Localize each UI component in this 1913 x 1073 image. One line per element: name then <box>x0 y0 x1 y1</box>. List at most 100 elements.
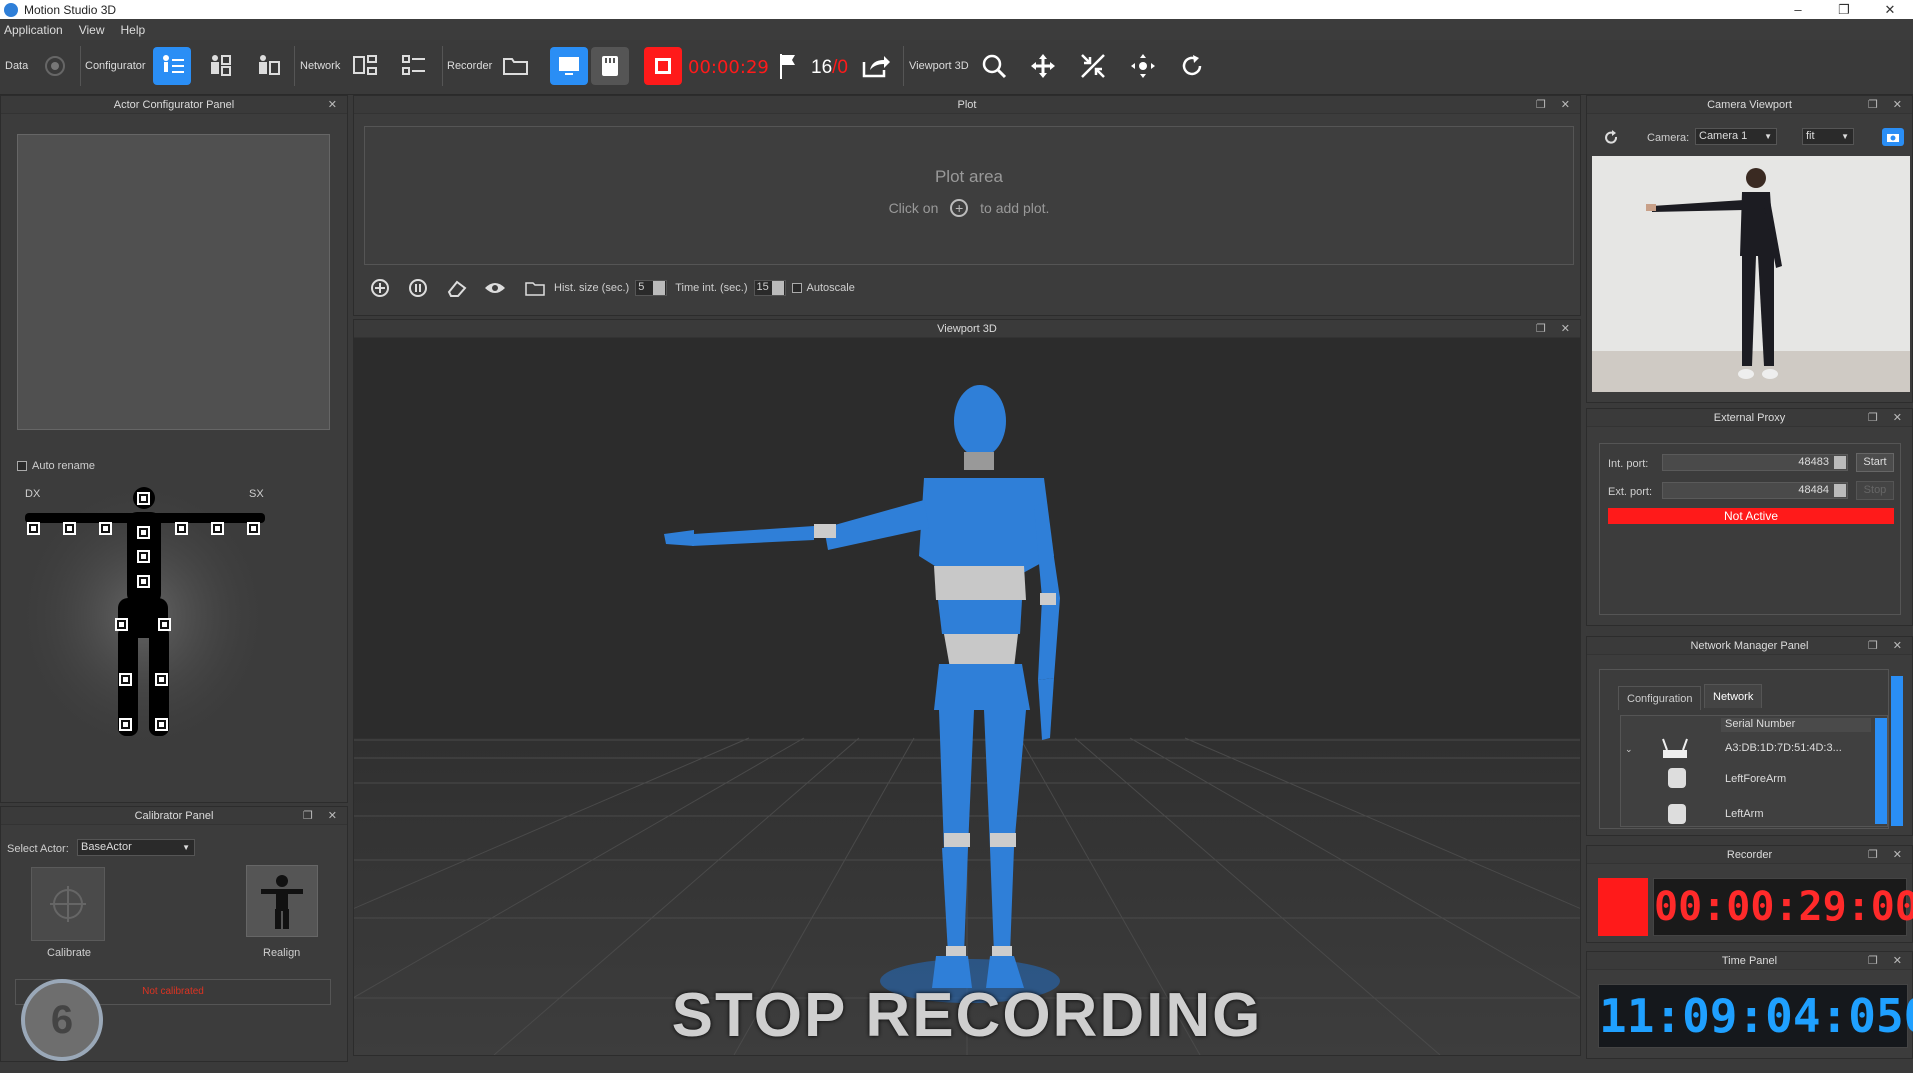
minimize-button[interactable]: – <box>1775 2 1821 18</box>
sensor-pelvis[interactable] <box>137 575 150 588</box>
panel-close-icon[interactable]: ❐ ✕ <box>1536 320 1576 338</box>
add-plot-icon[interactable] <box>370 278 390 298</box>
autoscale-checkbox[interactable] <box>791 283 802 293</box>
actor-select[interactable]: BaseActor ▼ <box>77 839 195 856</box>
menu-application[interactable]: Application <box>4 23 63 37</box>
menu-view[interactable]: View <box>79 23 105 37</box>
network-scan-button[interactable] <box>346 47 384 85</box>
fit-view-button[interactable] <box>1074 47 1112 85</box>
pan-button[interactable] <box>1024 47 1062 85</box>
recorder-title: Recorder <box>1726 849 1773 861</box>
sensor-left-forearm-item[interactable]: LeftForeArm <box>1725 773 1786 785</box>
sensor-right-upleg[interactable] <box>115 618 128 631</box>
center-view-button[interactable] <box>1124 47 1162 85</box>
plot-hint: Click on + to add plot. <box>888 199 1050 217</box>
sensor-left-upleg[interactable] <box>158 618 171 631</box>
hist-size-spinner[interactable]: 5 <box>635 280 668 296</box>
record-timer: 00:00:29 <box>688 57 769 78</box>
auto-rename-checkbox[interactable] <box>17 461 27 471</box>
recorder-clock: 00:00:29:000 <box>1653 878 1913 936</box>
eraser-icon[interactable] <box>446 278 468 298</box>
sensor-right-arm[interactable] <box>99 522 112 535</box>
proxy-start-button[interactable]: Start <box>1856 453 1894 472</box>
device-serial[interactable]: A3:DB:1D:7D:51:4D:3... <box>1725 742 1842 754</box>
flag-icon <box>780 54 795 79</box>
camera-select[interactable]: Camera 1 ▼ <box>1695 128 1777 145</box>
stop-recording-caption: STOP RECORDING <box>671 981 1263 1050</box>
panel-close-icon[interactable]: ✕ <box>328 96 343 114</box>
pause-icon[interactable] <box>408 278 428 298</box>
refresh-icon[interactable] <box>1603 129 1619 145</box>
sensor-right-leg[interactable] <box>119 673 132 686</box>
sensor-left-leg[interactable] <box>155 673 168 686</box>
tab-configuration[interactable]: Configuration <box>1618 686 1702 710</box>
sensor-spine[interactable] <box>137 550 150 563</box>
sensor-right-foot[interactable] <box>119 718 132 731</box>
camera-title: Camera Viewport <box>1707 99 1792 111</box>
export-button[interactable] <box>857 47 895 85</box>
folder-icon[interactable] <box>524 278 546 298</box>
sensor-left-arm[interactable] <box>175 522 188 535</box>
panel-close-icon[interactable]: ❐ ✕ <box>1868 846 1908 864</box>
menu-bar: Application View Help <box>0 19 1913 40</box>
fit-select[interactable]: fit ▼ <box>1802 128 1854 145</box>
sensor-chest[interactable] <box>137 526 150 539</box>
snapshot-button[interactable] <box>1882 128 1904 146</box>
network-box: Configuration Network Serial Number ⌄ A3… <box>1599 669 1903 829</box>
chevron-down-icon[interactable]: ⌄ <box>1625 744 1633 755</box>
zoom-button[interactable] <box>975 47 1013 85</box>
close-button[interactable]: ✕ <box>1867 2 1913 18</box>
tree-scrollbar[interactable] <box>1875 718 1887 824</box>
actor-config-button[interactable] <box>153 47 191 85</box>
plot-title: Plot <box>957 99 977 111</box>
ext-port-input[interactable]: 48484 <box>1662 482 1848 499</box>
maximize-button[interactable]: ❐ <box>1821 2 1867 18</box>
open-recording-button[interactable] <box>497 47 535 85</box>
reset-view-button[interactable] <box>1173 47 1211 85</box>
time-int-spinner[interactable]: 15 <box>753 280 786 296</box>
panel-scrollbar[interactable] <box>1891 676 1903 826</box>
center-focus-icon <box>1131 54 1155 78</box>
toolbar-network-label: Network <box>300 60 341 72</box>
menu-help[interactable]: Help <box>121 23 146 37</box>
panel-close-icon[interactable]: ❐ ✕ <box>1868 637 1908 655</box>
plot-area[interactable]: Plot area Click on + to add plot. <box>364 126 1574 265</box>
data-stream-button[interactable] <box>36 47 74 85</box>
calibrator-panel: Calibrator Panel ❐ ✕ Select Actor: BaseAc… <box>0 806 348 1062</box>
proxy-stop-button[interactable]: Stop <box>1856 481 1894 500</box>
sensor-head[interactable] <box>137 492 150 505</box>
panel-close-icon[interactable]: ❐ ✕ <box>303 807 343 825</box>
stop-recording-button[interactable] <box>644 47 682 85</box>
sensor-right-forearm[interactable] <box>63 522 76 535</box>
eye-icon[interactable] <box>484 278 506 298</box>
actor-add-button[interactable] <box>200 47 238 85</box>
add-marker-button[interactable] <box>768 47 806 85</box>
camera-label: Camera: <box>1647 132 1690 144</box>
live-monitor-button[interactable] <box>550 47 588 85</box>
panel-close-icon[interactable]: ❐ ✕ <box>1536 96 1576 114</box>
viewport-title: Viewport 3D <box>937 323 997 335</box>
viewport-3d-panel: Viewport 3D ❐ ✕ STOP RECORDING <box>353 319 1581 1056</box>
calibrate-button[interactable] <box>31 867 105 941</box>
sensor-left-forearm[interactable] <box>211 522 224 535</box>
sensor-left-foot[interactable] <box>155 718 168 731</box>
window-title: Motion Studio 3D <box>24 2 117 17</box>
select-actor-label: Select Actor: <box>7 843 69 855</box>
panel-close-icon[interactable]: ❐ ✕ <box>1868 96 1908 114</box>
broadcast-icon <box>45 56 65 76</box>
sensor-left-hand[interactable] <box>247 522 260 535</box>
panel-close-icon[interactable]: ❐ ✕ <box>1868 409 1908 427</box>
actor-panel-title: Actor Configurator Panel <box>113 99 235 111</box>
network-list-button[interactable] <box>395 47 433 85</box>
panel-close-icon[interactable]: ❐ ✕ <box>1868 952 1908 970</box>
realign-label: Realign <box>263 947 301 959</box>
sd-card-button[interactable] <box>591 47 629 85</box>
viewport-scene[interactable] <box>354 338 1580 1055</box>
int-port-input[interactable]: 48483 <box>1662 454 1848 471</box>
realign-button[interactable] <box>246 865 318 937</box>
tab-network[interactable]: Network <box>1704 684 1763 708</box>
external-proxy-panel: External Proxy ❐ ✕ Int. port: 48483 Start… <box>1586 408 1913 626</box>
actor-sensor-button[interactable] <box>248 47 286 85</box>
sensor-right-hand[interactable] <box>27 522 40 535</box>
sensor-left-arm-item[interactable]: LeftArm <box>1725 808 1764 820</box>
